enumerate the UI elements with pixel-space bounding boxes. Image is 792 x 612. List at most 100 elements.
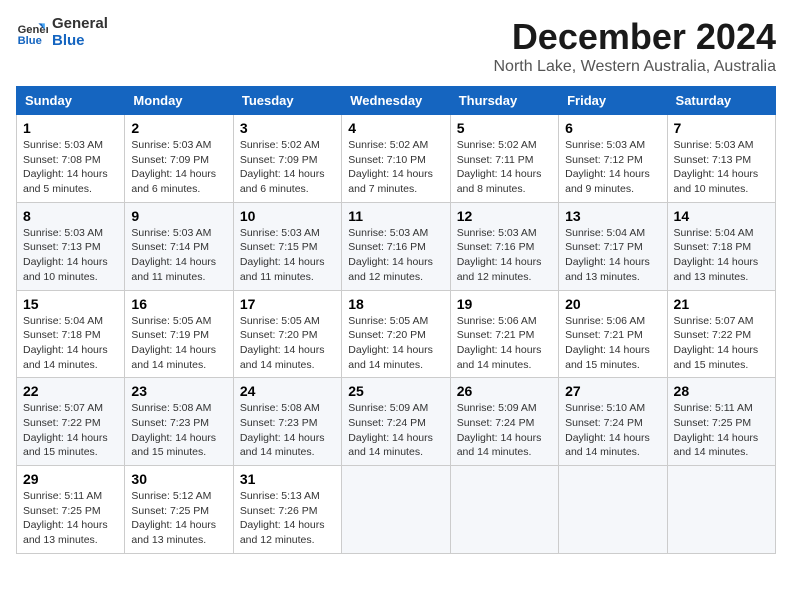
- day-cell: 3 Sunrise: 5:02 AM Sunset: 7:09 PM Dayli…: [233, 115, 341, 203]
- day-info: Sunrise: 5:03 AM Sunset: 7:12 PM Dayligh…: [565, 138, 660, 197]
- day-number: 14: [674, 208, 769, 224]
- logo-blue: Blue: [52, 33, 108, 50]
- week-row-4: 22 Sunrise: 5:07 AM Sunset: 7:22 PM Dayl…: [17, 378, 776, 466]
- day-cell: 11 Sunrise: 5:03 AM Sunset: 7:16 PM Dayl…: [342, 202, 450, 290]
- header-cell-thursday: Thursday: [450, 87, 558, 115]
- svg-text:Blue: Blue: [18, 35, 42, 47]
- day-number: 13: [565, 208, 660, 224]
- day-cell: 9 Sunrise: 5:03 AM Sunset: 7:14 PM Dayli…: [125, 202, 233, 290]
- day-info: Sunrise: 5:05 AM Sunset: 7:19 PM Dayligh…: [131, 314, 226, 373]
- day-info: Sunrise: 5:04 AM Sunset: 7:18 PM Dayligh…: [23, 314, 118, 373]
- day-info: Sunrise: 5:04 AM Sunset: 7:17 PM Dayligh…: [565, 226, 660, 285]
- day-info: Sunrise: 5:03 AM Sunset: 7:16 PM Dayligh…: [457, 226, 552, 285]
- day-cell: 23 Sunrise: 5:08 AM Sunset: 7:23 PM Dayl…: [125, 378, 233, 466]
- header-cell-sunday: Sunday: [17, 87, 125, 115]
- day-info: Sunrise: 5:05 AM Sunset: 7:20 PM Dayligh…: [240, 314, 335, 373]
- day-cell: 15 Sunrise: 5:04 AM Sunset: 7:18 PM Dayl…: [17, 290, 125, 378]
- day-cell: 1 Sunrise: 5:03 AM Sunset: 7:08 PM Dayli…: [17, 115, 125, 203]
- logo-icon: General Blue: [16, 17, 48, 49]
- day-cell: 22 Sunrise: 5:07 AM Sunset: 7:22 PM Dayl…: [17, 378, 125, 466]
- day-info: Sunrise: 5:04 AM Sunset: 7:18 PM Dayligh…: [674, 226, 769, 285]
- logo-general: General: [52, 16, 108, 33]
- day-info: Sunrise: 5:10 AM Sunset: 7:24 PM Dayligh…: [565, 401, 660, 460]
- header-cell-saturday: Saturday: [667, 87, 775, 115]
- day-number: 16: [131, 296, 226, 312]
- day-number: 21: [674, 296, 769, 312]
- day-cell: 2 Sunrise: 5:03 AM Sunset: 7:09 PM Dayli…: [125, 115, 233, 203]
- day-cell: 26 Sunrise: 5:09 AM Sunset: 7:24 PM Dayl…: [450, 378, 558, 466]
- day-number: 22: [23, 383, 118, 399]
- day-cell: 5 Sunrise: 5:02 AM Sunset: 7:11 PM Dayli…: [450, 115, 558, 203]
- day-number: 1: [23, 120, 118, 136]
- day-number: 17: [240, 296, 335, 312]
- day-cell: 29 Sunrise: 5:11 AM Sunset: 7:25 PM Dayl…: [17, 466, 125, 554]
- day-cell: 30 Sunrise: 5:12 AM Sunset: 7:25 PM Dayl…: [125, 466, 233, 554]
- day-info: Sunrise: 5:02 AM Sunset: 7:10 PM Dayligh…: [348, 138, 443, 197]
- day-info: Sunrise: 5:06 AM Sunset: 7:21 PM Dayligh…: [565, 314, 660, 373]
- week-row-2: 8 Sunrise: 5:03 AM Sunset: 7:13 PM Dayli…: [17, 202, 776, 290]
- header-cell-tuesday: Tuesday: [233, 87, 341, 115]
- day-number: 10: [240, 208, 335, 224]
- day-number: 2: [131, 120, 226, 136]
- day-cell: 31 Sunrise: 5:13 AM Sunset: 7:26 PM Dayl…: [233, 466, 341, 554]
- day-info: Sunrise: 5:08 AM Sunset: 7:23 PM Dayligh…: [240, 401, 335, 460]
- day-number: 19: [457, 296, 552, 312]
- day-info: Sunrise: 5:03 AM Sunset: 7:09 PM Dayligh…: [131, 138, 226, 197]
- day-cell: [342, 466, 450, 554]
- title-area: December 2024 North Lake, Western Austra…: [493, 16, 776, 76]
- day-number: 29: [23, 471, 118, 487]
- day-number: 20: [565, 296, 660, 312]
- day-number: 26: [457, 383, 552, 399]
- day-number: 3: [240, 120, 335, 136]
- calendar-table: SundayMondayTuesdayWednesdayThursdayFrid…: [16, 86, 776, 554]
- day-cell: 7 Sunrise: 5:03 AM Sunset: 7:13 PM Dayli…: [667, 115, 775, 203]
- header-cell-friday: Friday: [559, 87, 667, 115]
- header-cell-wednesday: Wednesday: [342, 87, 450, 115]
- day-number: 24: [240, 383, 335, 399]
- day-number: 9: [131, 208, 226, 224]
- day-number: 11: [348, 208, 443, 224]
- day-cell: 24 Sunrise: 5:08 AM Sunset: 7:23 PM Dayl…: [233, 378, 341, 466]
- header-row: SundayMondayTuesdayWednesdayThursdayFrid…: [17, 87, 776, 115]
- day-info: Sunrise: 5:13 AM Sunset: 7:26 PM Dayligh…: [240, 489, 335, 548]
- day-cell: 4 Sunrise: 5:02 AM Sunset: 7:10 PM Dayli…: [342, 115, 450, 203]
- day-info: Sunrise: 5:05 AM Sunset: 7:20 PM Dayligh…: [348, 314, 443, 373]
- day-info: Sunrise: 5:03 AM Sunset: 7:14 PM Dayligh…: [131, 226, 226, 285]
- day-info: Sunrise: 5:11 AM Sunset: 7:25 PM Dayligh…: [23, 489, 118, 548]
- day-cell: 14 Sunrise: 5:04 AM Sunset: 7:18 PM Dayl…: [667, 202, 775, 290]
- day-cell: 25 Sunrise: 5:09 AM Sunset: 7:24 PM Dayl…: [342, 378, 450, 466]
- day-cell: 17 Sunrise: 5:05 AM Sunset: 7:20 PM Dayl…: [233, 290, 341, 378]
- day-cell: 27 Sunrise: 5:10 AM Sunset: 7:24 PM Dayl…: [559, 378, 667, 466]
- day-number: 6: [565, 120, 660, 136]
- calendar-subtitle: North Lake, Western Australia, Australia: [493, 58, 776, 76]
- day-cell: 10 Sunrise: 5:03 AM Sunset: 7:15 PM Dayl…: [233, 202, 341, 290]
- day-number: 15: [23, 296, 118, 312]
- day-info: Sunrise: 5:02 AM Sunset: 7:11 PM Dayligh…: [457, 138, 552, 197]
- day-cell: 12 Sunrise: 5:03 AM Sunset: 7:16 PM Dayl…: [450, 202, 558, 290]
- day-cell: [667, 466, 775, 554]
- day-number: 28: [674, 383, 769, 399]
- day-number: 23: [131, 383, 226, 399]
- day-info: Sunrise: 5:11 AM Sunset: 7:25 PM Dayligh…: [674, 401, 769, 460]
- day-info: Sunrise: 5:02 AM Sunset: 7:09 PM Dayligh…: [240, 138, 335, 197]
- week-row-3: 15 Sunrise: 5:04 AM Sunset: 7:18 PM Dayl…: [17, 290, 776, 378]
- header: General Blue General Blue December 2024 …: [16, 16, 776, 76]
- day-info: Sunrise: 5:03 AM Sunset: 7:13 PM Dayligh…: [674, 138, 769, 197]
- header-cell-monday: Monday: [125, 87, 233, 115]
- day-info: Sunrise: 5:03 AM Sunset: 7:16 PM Dayligh…: [348, 226, 443, 285]
- day-cell: 13 Sunrise: 5:04 AM Sunset: 7:17 PM Dayl…: [559, 202, 667, 290]
- day-cell: 28 Sunrise: 5:11 AM Sunset: 7:25 PM Dayl…: [667, 378, 775, 466]
- day-cell: 8 Sunrise: 5:03 AM Sunset: 7:13 PM Dayli…: [17, 202, 125, 290]
- day-cell: 20 Sunrise: 5:06 AM Sunset: 7:21 PM Dayl…: [559, 290, 667, 378]
- day-cell: [450, 466, 558, 554]
- day-info: Sunrise: 5:03 AM Sunset: 7:13 PM Dayligh…: [23, 226, 118, 285]
- day-number: 8: [23, 208, 118, 224]
- week-row-5: 29 Sunrise: 5:11 AM Sunset: 7:25 PM Dayl…: [17, 466, 776, 554]
- day-info: Sunrise: 5:12 AM Sunset: 7:25 PM Dayligh…: [131, 489, 226, 548]
- day-info: Sunrise: 5:09 AM Sunset: 7:24 PM Dayligh…: [348, 401, 443, 460]
- day-info: Sunrise: 5:07 AM Sunset: 7:22 PM Dayligh…: [23, 401, 118, 460]
- day-number: 18: [348, 296, 443, 312]
- day-cell: [559, 466, 667, 554]
- day-info: Sunrise: 5:09 AM Sunset: 7:24 PM Dayligh…: [457, 401, 552, 460]
- logo: General Blue General Blue: [16, 16, 108, 49]
